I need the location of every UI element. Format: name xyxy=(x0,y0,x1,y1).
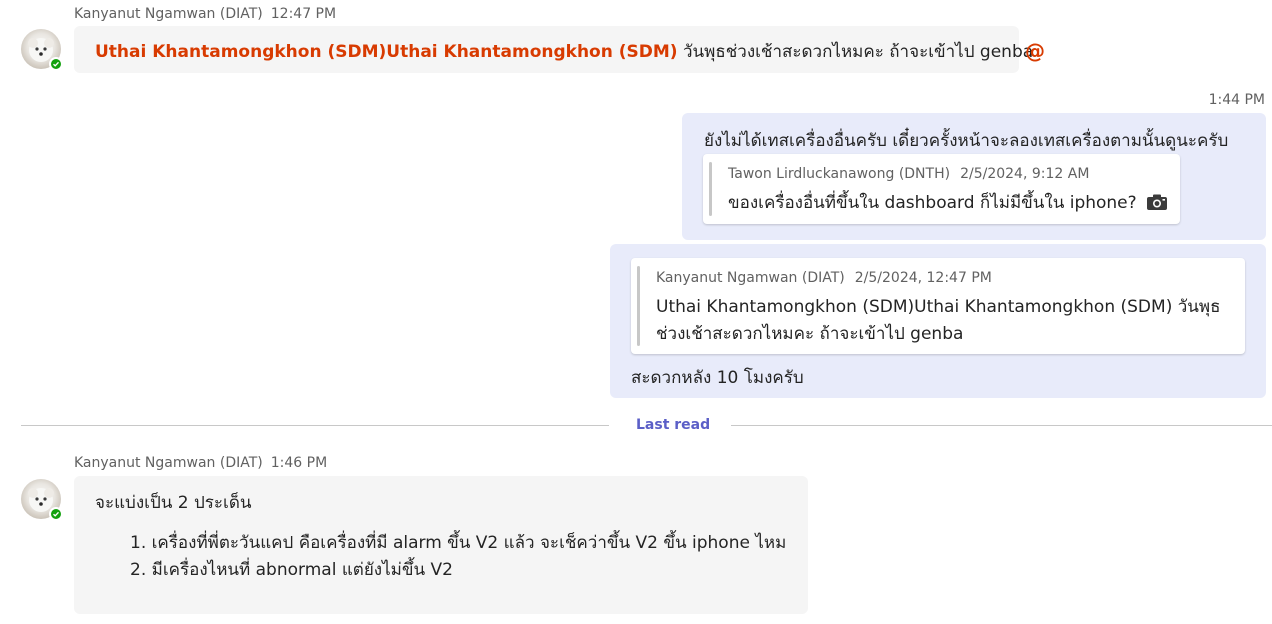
message-text: จะแบ่งเป็น 2 ประเด็น xyxy=(95,493,252,513)
message-header: Kanyanut Ngamwan (DIAT) 1:46 PM xyxy=(74,455,327,471)
quote-author: Tawon Lirdluckanawong (DNTH) xyxy=(728,166,951,182)
quote-text-line: ของเครื่องอื่นที่ขึ้นใน dashboard ก็ไม่ม… xyxy=(728,189,1168,216)
message-text: สะดวกหลัง 10 โมงครับ xyxy=(631,368,804,388)
message-bubble[interactable]: ยังไม่ได้เทสเครื่องอื่นครับ เดี๋ยวครั้งห… xyxy=(682,113,1266,240)
quote-timestamp: 2/5/2024, 9:12 AM xyxy=(960,166,1090,182)
message-bubble[interactable]: Kanyanut Ngamwan (DIAT) 2/5/2024, 12:47 P… xyxy=(610,244,1266,398)
message-header: Kanyanut Ngamwan (DIAT) 12:47 PM xyxy=(74,6,336,22)
quote-bar xyxy=(709,162,712,216)
last-read-label: Last read xyxy=(636,417,711,433)
message-timestamp: 1:44 PM xyxy=(1208,92,1265,108)
presence-available-icon xyxy=(49,57,63,71)
quote-author: Kanyanut Ngamwan (DIAT) xyxy=(656,270,845,286)
quoted-message[interactable]: Tawon Lirdluckanawong (DNTH) 2/5/2024, 9:… xyxy=(703,154,1180,224)
divider-line xyxy=(21,425,609,426)
numbered-list: 1. เครื่องที่พี่ตะวันแคป คือเครื่องที่มี… xyxy=(130,530,786,584)
message-bubble[interactable]: จะแบ่งเป็น 2 ประเด็น 1. เครื่องที่พี่ตะว… xyxy=(74,476,808,614)
camera-icon xyxy=(1147,194,1168,210)
message-text: ยังไม่ได้เทสเครื่องอื่นครับ เดี๋ยวครั้งห… xyxy=(704,131,1229,151)
mention-at-icon: @ xyxy=(1025,39,1045,63)
list-item: 1. เครื่องที่พี่ตะวันแคป คือเครื่องที่มี… xyxy=(130,533,787,553)
sender-name[interactable]: Kanyanut Ngamwan (DIAT) xyxy=(74,6,263,22)
message-text: วันพุธช่วงเช้าสะดวกไหมคะ ถ้าจะเข้าไป gen… xyxy=(682,42,1034,62)
quote-text-line: Uthai Khantamongkhon (SDM)Uthai Khantamo… xyxy=(656,297,1221,317)
sender-name[interactable]: Kanyanut Ngamwan (DIAT) xyxy=(74,455,263,471)
message-bubble[interactable]: Uthai Khantamongkhon (SDM)Uthai Khantamo… xyxy=(74,26,1033,73)
quote-timestamp: 2/5/2024, 12:47 PM xyxy=(854,270,992,286)
presence-available-icon xyxy=(49,507,63,521)
list-item: 2. มีเครื่องไหนที่ abnormal แต่ยังไม่ขึ้… xyxy=(130,560,453,580)
message-timestamp: 12:47 PM xyxy=(270,6,337,22)
message-timestamp: 1:46 PM xyxy=(270,455,328,471)
quote-header: Tawon Lirdluckanawong (DNTH) 2/5/2024, 9:… xyxy=(728,166,1089,182)
quote-header: Kanyanut Ngamwan (DIAT) 2/5/2024, 12:47 P… xyxy=(656,270,992,286)
mention[interactable]: Uthai Khantamongkhon (SDM)Uthai Khantamo… xyxy=(95,42,678,62)
avatar[interactable] xyxy=(21,479,63,521)
message-body: Uthai Khantamongkhon (SDM)Uthai Khantamo… xyxy=(95,38,1033,65)
quote-bar xyxy=(637,266,640,346)
avatar[interactable] xyxy=(21,29,63,71)
quote-text: ของเครื่องอื่นที่ขึ้นใน dashboard ก็ไม่ม… xyxy=(728,193,1137,213)
quote-text-line: ช่วงเช้าสะดวกไหมคะ ถ้าจะเข้าไป genba xyxy=(656,324,964,344)
quoted-message[interactable]: Kanyanut Ngamwan (DIAT) 2/5/2024, 12:47 P… xyxy=(631,258,1245,354)
divider-line xyxy=(731,425,1272,426)
